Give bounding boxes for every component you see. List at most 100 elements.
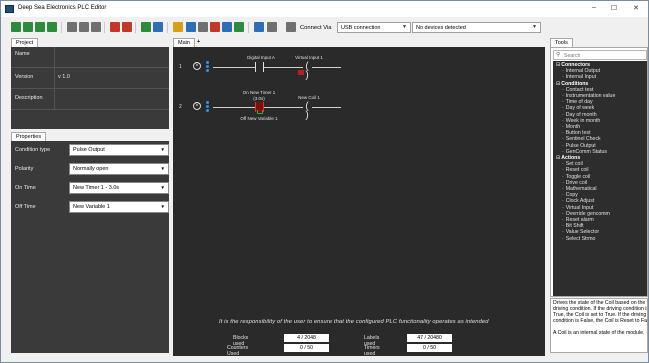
copy-icon[interactable] [79,22,89,32]
list-icon[interactable] [198,22,208,32]
coil-new-coil-1[interactable]: ( ) [303,102,312,121]
tool-item[interactable]: Virtual Input [562,205,594,211]
project-row-description[interactable]: Description [11,89,169,110]
tool-item[interactable]: Pulse Output [562,143,596,149]
tool-item[interactable]: Set coil [562,161,583,167]
connection-type-select[interactable]: USB connection ▼ [337,22,411,33]
toolbar-separator [248,22,249,33]
chevron-down-icon: ▼ [160,204,165,209]
tool-category[interactable]: Conditions [556,81,588,87]
rung-handle-icon[interactable] [206,101,210,112]
property-condition-type: Condition type Pulse Output ▼ [11,141,169,160]
delete-rung-icon[interactable]: × [193,62,201,70]
print-icon[interactable] [186,22,196,32]
document-icon[interactable] [173,22,183,32]
toolbar-separator [61,22,62,33]
condition-type-select[interactable]: Pulse Output ▼ [69,144,169,156]
coil-label: Virtual Input 1 [295,55,323,60]
tools-search-input[interactable]: ⚲ Search [553,50,647,60]
tool-item[interactable]: Instrumentation value [562,93,616,99]
rung-handle-icon[interactable] [206,61,210,72]
connect-icon[interactable] [286,22,296,32]
plugin-icon[interactable] [267,22,277,32]
tool-item[interactable]: Button test [562,130,591,136]
contact-label: On New Timer 1 [242,90,276,95]
project-row-name[interactable]: Name [11,47,169,68]
undo-icon[interactable] [110,22,120,32]
chevron-down-icon: ▼ [402,24,407,30]
display-icon[interactable] [222,22,232,32]
rung-wire [213,107,341,108]
property-value: New Timer 1 - 3.0s [73,185,120,191]
tool-category[interactable]: Connectors [556,62,590,68]
tool-item[interactable]: Day of week [562,105,595,111]
coil-virtual-input-1[interactable]: ( ) [303,62,312,81]
tab-tools[interactable]: Tools [550,38,573,47]
off-time-select[interactable]: New Variable 1 ▼ [69,201,169,213]
project-row-label: Description [15,95,43,101]
property-off-time: Off Time New Variable 1 ▼ [11,198,169,217]
project-row-version[interactable]: Version v 1.0 [11,68,169,89]
monitor-icon[interactable] [254,22,264,32]
open-icon[interactable] [23,22,33,32]
add-tab-icon[interactable]: + [193,38,204,47]
tool-item[interactable]: Mathematical [562,186,597,192]
tool-item[interactable]: Reset alarm [562,217,594,223]
toolbar: Connect Via USB connection ▼ No devices … [1,19,648,36]
tool-item[interactable]: Internal Input [562,74,596,80]
description-line: A Coil is an internal state of the modul… [553,330,645,336]
chevron-down-icon: ▼ [160,147,165,152]
new-icon[interactable] [11,22,21,32]
tab-project[interactable]: Project [11,38,39,47]
ladder-editor[interactable]: 1 × Digital Input A ( ) Virtual Input 1 … [173,47,545,356]
tab-main[interactable]: Main [173,38,195,47]
save-as-icon[interactable] [47,22,57,32]
tool-item[interactable]: Override gencomm [562,211,610,217]
maximize-button[interactable]: ☐ [604,4,624,12]
tool-item[interactable]: Internal Output [562,68,600,74]
device-select[interactable]: No devices detected ▼ [412,22,541,33]
on-time-select[interactable]: New Timer 1 - 3.0s ▼ [69,182,169,194]
window-title: Deep Sea Electronics PLC Editor [18,5,107,11]
window-icon[interactable] [153,22,163,32]
property-value: New Variable 1 [73,204,110,210]
compile-icon[interactable] [210,22,220,32]
tool-item[interactable]: Clock Adjust [562,198,595,204]
tool-item[interactable]: GenComm Status [562,149,607,155]
tool-item[interactable]: Sentinel Check [562,136,601,142]
tool-item[interactable]: Time of day [562,99,593,105]
tab-properties[interactable]: Properties [11,132,47,141]
contact-digital-input-a[interactable] [255,62,264,72]
save-icon[interactable] [35,22,45,32]
run-icon[interactable] [234,22,244,32]
close-button[interactable]: ✕ [626,4,646,12]
tool-item[interactable]: Toggle coil [562,174,591,180]
property-label: Polarity [15,166,34,172]
minimize-button[interactable]: – [584,4,604,11]
connect-via-label: Connect Via [300,25,332,31]
tool-item[interactable]: Month [562,124,580,130]
connection-type-value: USB connection [341,25,381,31]
delete-rung-icon[interactable]: × [193,102,201,110]
tool-item[interactable]: Contact test [562,87,594,93]
tool-item[interactable]: Reset coil [562,167,589,173]
tool-item[interactable]: Week in month [562,118,601,124]
toolbar-separator [104,22,105,33]
tool-category[interactable]: Actions [556,155,580,161]
tool-item[interactable]: Drive coil [562,180,587,186]
toolbar-separator [135,22,136,33]
property-label: Condition type [15,147,51,153]
tools-panel: ⚲ Search ConnectorsInternal OutputIntern… [550,47,648,297]
redo-icon[interactable] [122,22,132,32]
cut-icon[interactable] [67,22,77,32]
status-strip [1,356,648,362]
paste-icon[interactable] [91,22,101,32]
tool-item[interactable]: Bit Shift [562,223,584,229]
tool-item[interactable]: Copy [562,192,578,198]
tool-item[interactable]: Day of month [562,112,597,118]
tool-item[interactable]: Value Selector [562,229,599,235]
property-on-time: On Time New Timer 1 - 3.0s ▼ [11,179,169,198]
folder-icon[interactable] [141,22,151,32]
tool-item[interactable]: Select Strmo [562,236,596,242]
polarity-select[interactable]: Normally open ▼ [69,163,169,175]
